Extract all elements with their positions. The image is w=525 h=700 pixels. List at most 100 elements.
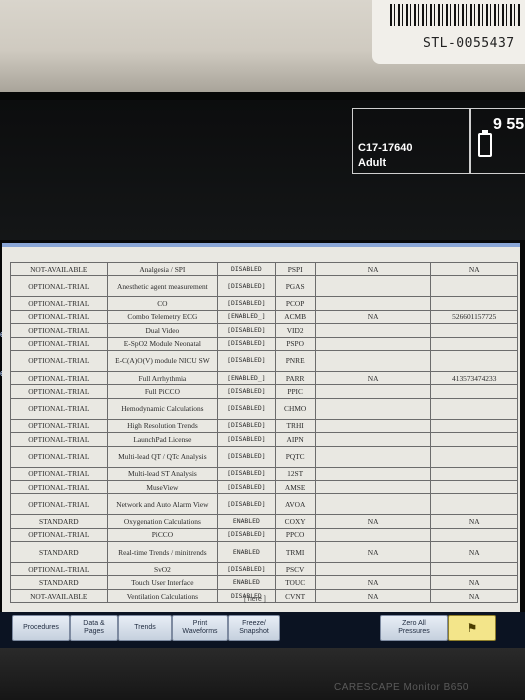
table-row: OPTIONAL-TRIAL LaunchPad License [DISABLED…: [10, 432, 518, 447]
availability-cell: OPTIONAL-TRIAL: [10, 432, 108, 447]
status-cell: [DISABLED]: [217, 397, 276, 420]
table-row: NOT-AVAILABLE Analgesia / SPI DISABLED PSPI…: [10, 261, 518, 277]
status-cell: [DISABLED]: [217, 479, 276, 495]
option-cell: Analgesia / SPI: [106, 261, 219, 277]
availability-cell: OPTIONAL-TRIAL: [10, 479, 108, 495]
option-cell: Dual Video: [106, 323, 219, 338]
table-row: OPTIONAL-TRIAL High Resolution Trends [DIS…: [10, 418, 518, 434]
code-cell: TRMI: [274, 541, 316, 564]
value-cell: NA: [314, 541, 432, 564]
freeze-snapshot-button[interactable]: Freeze/ Snapshot: [228, 615, 280, 641]
asset-tag: STL-0055437: [423, 36, 515, 51]
status-cell: [ENABLED_]: [217, 309, 276, 325]
key-cell: NA: [430, 575, 518, 590]
availability-cell: STANDARD: [10, 575, 108, 590]
table-row: OPTIONAL-TRIAL Combo Telemetry ECG [ENABLE…: [10, 309, 518, 325]
value-cell: NA: [314, 370, 432, 386]
availability-cell: OPTIONAL-TRIAL: [10, 527, 108, 543]
code-cell: AMSE: [274, 479, 316, 495]
status-cell: [DISABLED]: [217, 336, 276, 351]
code-cell: CVNT: [274, 588, 316, 604]
value-cell: NA: [314, 588, 432, 604]
value-cell: NA: [314, 514, 432, 529]
option-cell: Touch User Interface: [106, 575, 219, 590]
value-cell: [314, 384, 432, 399]
value-cell: [314, 275, 432, 298]
patient-id: C17-17640: [358, 142, 413, 154]
zero-all-pressures-button[interactable]: Zero All Pressures: [380, 615, 448, 641]
table-row: OPTIONAL-TRIAL CO [DISABLED] PCOP: [10, 296, 518, 311]
battery-icon: [478, 130, 492, 157]
key-cell: [430, 432, 518, 447]
availability-cell: OPTIONAL-TRIAL: [10, 370, 108, 386]
table-row: OPTIONAL-TRIAL Multi-lead QT / QTc Analys…: [10, 445, 518, 468]
code-cell: PPIC: [274, 384, 316, 399]
table-row: OPTIONAL-TRIAL PiCCO [DISABLED] PPCO: [10, 527, 518, 543]
option-cell: Full Arrhythmia: [106, 370, 219, 386]
key-cell: 526601157725: [430, 309, 518, 325]
value-cell: [314, 562, 432, 577]
alarm-button[interactable]: ⚑: [448, 615, 496, 641]
code-cell: PSCV: [274, 562, 316, 577]
code-cell: AVOA: [274, 493, 316, 516]
trends-button[interactable]: Trends: [118, 615, 172, 641]
option-cell: CO: [106, 296, 219, 311]
table-row: STANDARD Touch User Interface ENABLED TOUC N…: [10, 575, 518, 590]
value-cell: NA: [314, 261, 432, 277]
code-cell: PSPO: [274, 336, 316, 351]
status-cell: [DISABLED]: [217, 445, 276, 468]
key-cell: [430, 466, 518, 481]
value-cell: NA: [314, 575, 432, 590]
key-cell: [430, 384, 518, 399]
key-cell: NA: [430, 541, 518, 564]
procedures-button[interactable]: Procedures: [12, 615, 70, 641]
table-row: OPTIONAL-TRIAL Hemodynamic Calculations [D…: [10, 397, 518, 420]
availability-cell: OPTIONAL-TRIAL: [10, 493, 108, 516]
code-cell: PPCO: [274, 527, 316, 543]
table-row: STANDARD Real-time Trends / minitrends ENA…: [10, 541, 518, 564]
availability-cell: NOT-AVAILABLE: [10, 588, 108, 604]
status-cell: [DISABLED]: [217, 466, 276, 481]
key-cell: NA: [430, 514, 518, 529]
option-cell: SvO2: [106, 562, 219, 577]
code-cell: PCOP: [274, 296, 316, 311]
availability-cell: OPTIONAL-TRIAL: [10, 466, 108, 481]
value-cell: [314, 397, 432, 420]
key-cell: [430, 275, 518, 298]
status-cell: [DISABLED]: [217, 275, 276, 298]
key-cell: [430, 296, 518, 311]
status-cell: ENABLED: [217, 514, 276, 529]
availability-cell: OPTIONAL-TRIAL: [10, 309, 108, 325]
code-cell: PARR: [274, 370, 316, 386]
key-cell: [430, 562, 518, 577]
option-cell: Network and Auto Alarm View: [106, 493, 219, 516]
patient-info-box[interactable]: C17-17640 Adult: [352, 108, 470, 174]
key-cell: [430, 336, 518, 351]
key-cell: NA: [430, 588, 518, 604]
status-cell: [DISABLED]: [217, 323, 276, 338]
code-cell: TRHI: [274, 418, 316, 434]
code-cell: PNRE: [274, 349, 316, 372]
value-cell: [314, 466, 432, 481]
availability-cell: OPTIONAL-TRIAL: [10, 296, 108, 311]
page-marker: [ here ]: [244, 596, 266, 603]
availability-cell: OPTIONAL-TRIAL: [10, 562, 108, 577]
code-cell: TOUC: [274, 575, 316, 590]
status-cell: ENABLED: [217, 541, 276, 564]
key-cell: [430, 527, 518, 543]
table-row: OPTIONAL-TRIAL E-SpO2 Module Neonatal [DIS…: [10, 336, 518, 351]
key-cell: [430, 493, 518, 516]
availability-cell: OPTIONAL-TRIAL: [10, 384, 108, 399]
status-cell: [DISABLED]: [217, 418, 276, 434]
value-cell: [314, 418, 432, 434]
availability-cell: STANDARD: [10, 514, 108, 529]
print-waveforms-button[interactable]: Print Waveforms: [172, 615, 228, 641]
key-cell: [430, 397, 518, 420]
data-pages-button[interactable]: Data & Pages: [70, 615, 118, 641]
table-row: OPTIONAL-TRIAL E-C(A)O(V) module NICU SW[…: [10, 349, 518, 372]
availability-cell: NOT-AVAILABLE: [10, 261, 108, 277]
code-cell: PQTC: [274, 445, 316, 468]
value-cell: [314, 336, 432, 351]
status-cell: [ENABLED_]: [217, 370, 276, 386]
bell-icon: ⚑: [466, 620, 478, 635]
